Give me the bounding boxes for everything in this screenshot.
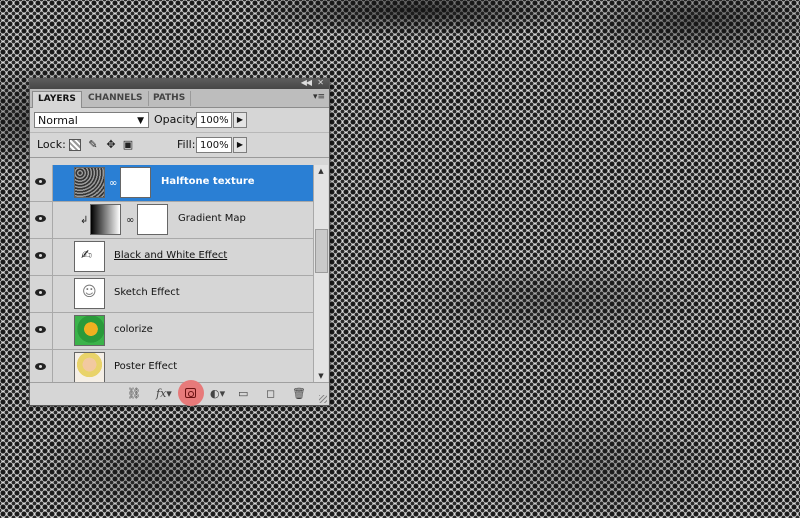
add-mask-icon[interactable] — [185, 388, 196, 398]
new-layer-icon[interactable]: ◻ — [266, 387, 275, 401]
fx-label: fx — [156, 387, 167, 400]
blend-mode-value: Normal — [38, 114, 78, 127]
mask-thumbnail[interactable] — [120, 167, 151, 198]
layer-thumbnail[interactable] — [74, 352, 105, 382]
layer-poster-effect[interactable]: Poster Effect — [30, 350, 313, 382]
layer-name: Gradient Map — [178, 213, 246, 224]
tab-layers[interactable]: LAYERS — [32, 91, 82, 108]
blend-row: Normal ▼ Opacity: 100% ▶ — [30, 108, 329, 133]
eye-icon — [35, 215, 46, 222]
lock-label: Lock: — [37, 138, 66, 151]
eye-icon — [35, 326, 46, 333]
link-icon: ∞ — [126, 215, 135, 226]
resize-grip[interactable] — [319, 395, 327, 403]
lock-transparent-icon[interactable] — [69, 139, 81, 151]
layer-black-and-white-effect[interactable]: ✍ Black and White Effect — [30, 239, 313, 276]
layer-gradient-map[interactable]: ↲ ∞ Gradient Map — [30, 202, 313, 239]
lock-move-icon[interactable]: ✥ — [105, 139, 117, 151]
eye-icon — [35, 252, 46, 259]
fx-icon[interactable]: fx▾ — [156, 387, 172, 401]
eye-icon — [35, 289, 46, 296]
layer-thumbnail[interactable]: ✍ — [74, 241, 105, 272]
scrollbar-thumb[interactable] — [315, 229, 328, 273]
lock-brush-icon[interactable]: ✎ — [87, 139, 99, 151]
layer-name: colorize — [114, 324, 153, 335]
fill-slider-button[interactable]: ▶ — [233, 137, 247, 153]
panel-titlebar[interactable]: ◀◀ ✕ — [30, 78, 329, 89]
adjustment-thumbnail[interactable] — [90, 204, 121, 235]
visibility-toggle[interactable] — [30, 239, 53, 275]
layer-colorize[interactable]: colorize — [30, 313, 313, 350]
visibility-toggle[interactable] — [30, 202, 53, 238]
panel-menu-icon[interactable]: ▾≡ — [313, 92, 325, 102]
sketch-figure-icon: ✍ — [81, 248, 92, 263]
delete-icon[interactable]: 🗑 — [292, 387, 306, 401]
close-icon[interactable]: ✕ — [317, 78, 324, 87]
layer-name: Sketch Effect — [114, 287, 180, 298]
visibility-toggle[interactable] — [30, 165, 53, 201]
chevron-down-icon: ▼ — [137, 116, 144, 126]
collapse-icon[interactable]: ◀◀ — [301, 78, 312, 87]
layers-panel: ◀◀ ✕ LAYERS CHANNELS PATHS ▾≡ Normal ▼ O… — [29, 78, 330, 406]
visibility-toggle[interactable] — [30, 350, 53, 382]
layer-thumbnail[interactable] — [74, 167, 105, 198]
layer-name: Poster Effect — [114, 361, 178, 372]
lock-all-icon[interactable]: ▣ — [122, 139, 134, 151]
eye-icon — [35, 178, 46, 185]
tab-channels[interactable]: CHANNELS — [83, 91, 149, 106]
layer-halftone-texture[interactable]: ∞ Halftone texture — [30, 165, 313, 202]
sketch-portrait-icon: ☺ — [82, 284, 97, 300]
blend-mode-select[interactable]: Normal ▼ — [34, 112, 149, 128]
visibility-toggle[interactable] — [30, 313, 53, 349]
layer-name: Halftone texture — [161, 176, 255, 187]
new-group-icon[interactable]: ▭ — [238, 387, 248, 401]
link-icon: ∞ — [109, 178, 118, 189]
opacity-label: Opacity: — [154, 113, 200, 126]
fill-label: Fill: — [177, 138, 196, 151]
opacity-slider-button[interactable]: ▶ — [233, 112, 247, 128]
panel-footer: ⛓ fx▾ ◐▾ ▭ ◻ 🗑 — [30, 380, 329, 406]
eye-icon — [35, 363, 46, 370]
clipping-arrow-icon: ↲ — [80, 215, 89, 226]
opacity-field[interactable]: 100% — [196, 112, 232, 128]
visibility-toggle[interactable] — [30, 276, 53, 312]
scroll-up-icon[interactable]: ▲ — [314, 165, 328, 177]
layer-sketch-effect[interactable]: ☺ Sketch Effect — [30, 276, 313, 313]
panel-tabs: LAYERS CHANNELS PATHS ▾≡ — [30, 89, 329, 108]
layer-name: Black and White Effect — [114, 250, 228, 261]
layer-thumbnail[interactable]: ☺ — [74, 278, 105, 309]
scroll-down-icon[interactable]: ▼ — [314, 370, 328, 382]
link-layers-icon[interactable]: ⛓ — [127, 387, 141, 401]
tab-paths[interactable]: PATHS — [148, 91, 192, 106]
adjustment-layer-icon[interactable]: ◐▾ — [210, 387, 225, 401]
lock-row: Lock: ✎ ✥ ▣ Fill: 100% ▶ — [30, 133, 329, 158]
layer-thumbnail[interactable] — [74, 315, 105, 346]
layers-scrollbar[interactable]: ▲ ▼ — [313, 165, 328, 382]
mask-thumbnail[interactable] — [137, 204, 168, 235]
layers-list: ∞ Halftone texture ↲ ∞ Gradient Map ✍ Bl… — [30, 165, 313, 382]
fill-field[interactable]: 100% — [196, 137, 232, 153]
